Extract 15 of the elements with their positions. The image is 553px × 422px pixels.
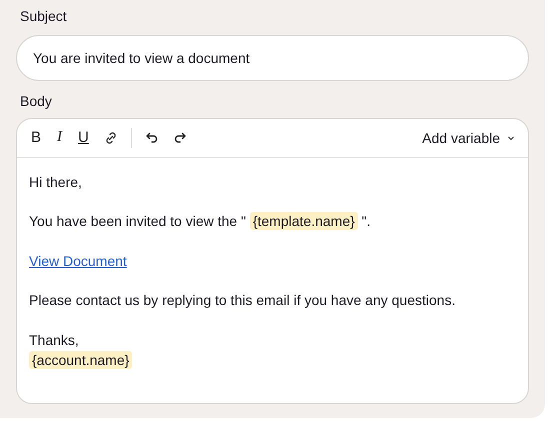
add-variable-dropdown[interactable]: Add variable [422,130,516,146]
bold-button[interactable]: B [29,129,44,146]
body-text: Thanks, [29,330,79,350]
variable-chip: {account.name} [29,350,132,368]
view-document-link[interactable]: View Document [29,252,127,268]
body-text: Please contact us by replying to this email if you have any questions. [29,291,456,310]
body-text: You have been invited to view the " {template.name} ". [29,211,371,231]
italic-button[interactable]: I [55,129,64,146]
body-text: Hi there, [29,172,82,192]
underline-button[interactable]: U [76,129,91,146]
variable-chip: {template.name} [250,212,358,230]
field-label: Subject [19,7,67,25]
subject-field[interactable]: You are invited to view a document [16,35,529,81]
field-label: Body [19,92,52,110]
body-editor[interactable]: B I U Add variable Hi there, You have been invited to view the " {template.name} ". View Document Please contact us by replying to this email if you have any questions. Thanks, {account.name} [16,118,529,404]
